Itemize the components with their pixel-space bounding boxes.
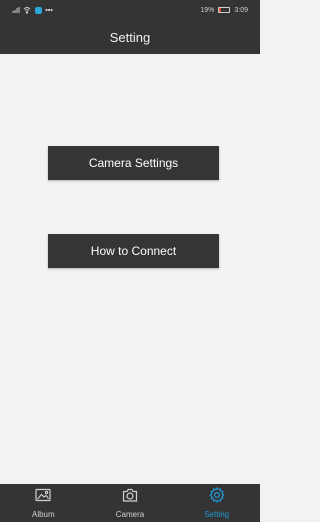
nav-setting-label: Setting xyxy=(204,510,230,519)
bottom-navigation: Album Camera Setting xyxy=(0,484,260,522)
ellipsis-icon xyxy=(45,6,53,14)
gear-icon xyxy=(208,486,226,509)
nav-setting[interactable]: Setting xyxy=(173,484,260,522)
nav-album[interactable]: Album xyxy=(0,484,87,522)
camera-settings-button[interactable]: Camera Settings xyxy=(48,146,219,180)
page-title: Setting xyxy=(109,29,151,45)
how-to-connect-button[interactable]: How to Connect xyxy=(48,234,219,268)
nav-album-label: Album xyxy=(31,510,55,519)
wifi-icon xyxy=(23,6,31,14)
status-icons-right: 19% 3:09 xyxy=(200,7,248,14)
status-bar: 19% 3:09 xyxy=(0,0,260,20)
battery-icon xyxy=(218,7,231,13)
title-bar: Setting xyxy=(0,20,260,54)
signal-icon xyxy=(12,6,20,14)
image-icon xyxy=(34,486,52,509)
status-icons-left xyxy=(12,6,53,14)
app-icon xyxy=(34,6,42,14)
nav-camera-label: Camera xyxy=(115,510,145,519)
battery-percent: 19% xyxy=(200,6,215,14)
clock: 3:09 xyxy=(234,6,248,14)
nav-camera[interactable]: Camera xyxy=(87,484,174,522)
camera-icon xyxy=(121,486,139,509)
settings-content: Camera Settings How to Connect xyxy=(0,54,260,484)
